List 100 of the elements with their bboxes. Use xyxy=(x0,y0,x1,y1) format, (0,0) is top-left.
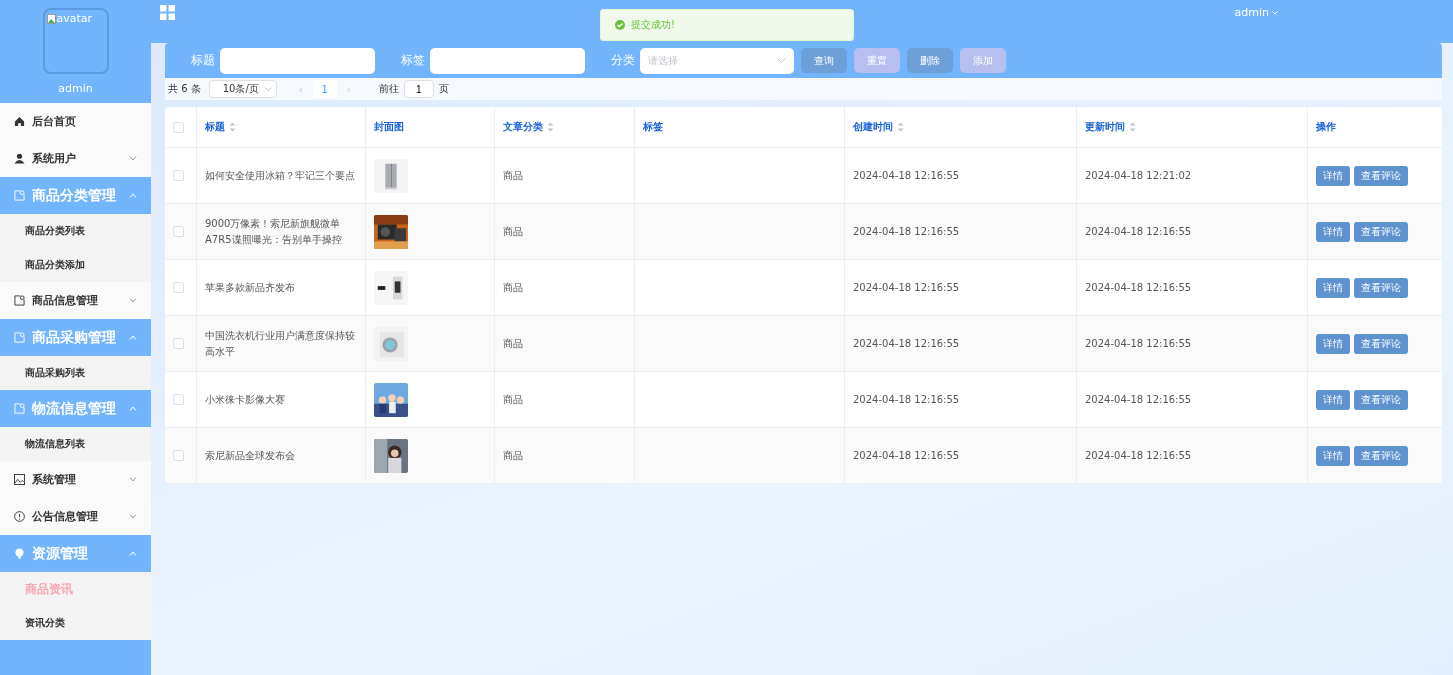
row-checkbox[interactable] xyxy=(173,282,184,293)
table-cell: 商品 xyxy=(503,168,523,183)
broken-image-icon xyxy=(46,13,56,24)
table-cell-text: 如何安全使用冰箱？牢记三个要点 xyxy=(205,168,356,183)
grid-menu-icon[interactable] xyxy=(160,5,175,20)
field-label: 标题 xyxy=(191,52,215,69)
image-icon xyxy=(14,474,25,485)
note-icon xyxy=(14,332,25,343)
menu-item[interactable]: 后台首页 xyxy=(0,103,151,140)
column-header[interactable]: 文章分类 xyxy=(503,120,554,134)
table-cell: 商品 xyxy=(503,392,523,407)
select-all-checkbox[interactable] xyxy=(173,121,184,133)
input-field[interactable] xyxy=(220,47,375,74)
chevron-down-icon xyxy=(129,514,137,519)
info-icon xyxy=(14,511,25,522)
sort-icon xyxy=(547,122,554,132)
sort-icon xyxy=(897,122,904,132)
avatar-alt-text: avatar xyxy=(56,12,93,25)
chevron-up-icon xyxy=(129,335,137,340)
row-checkbox[interactable] xyxy=(173,338,184,349)
field-label: 分类 xyxy=(611,52,635,69)
chevron-down-icon xyxy=(129,477,137,482)
page-suffix: 页 xyxy=(438,82,449,96)
row-action-button[interactable]: 详情 xyxy=(1316,277,1350,298)
menu-item[interactable]: 系统管理 xyxy=(0,461,151,498)
row-checkbox[interactable] xyxy=(173,170,184,181)
table-cell: 2024-04-18 12:16:55 xyxy=(853,282,960,293)
user-icon xyxy=(14,153,25,164)
row-action-button[interactable]: 查看评论 xyxy=(1354,389,1408,410)
table-cell: 2024-04-18 12:16:55 xyxy=(853,338,960,349)
caret-icon xyxy=(1272,10,1278,15)
chevron-down-icon xyxy=(129,298,137,303)
row-action-button[interactable]: 详情 xyxy=(1316,333,1350,354)
table-cell-text: 中国洗衣机行业用户满意度保持较高水平 xyxy=(205,328,356,359)
column-header[interactable]: 创建时间 xyxy=(853,120,904,134)
action-button[interactable]: 查询 xyxy=(801,48,847,73)
chevron-down-icon xyxy=(777,58,786,63)
table-cell: 商品 xyxy=(503,448,523,463)
submenu-item[interactable]: 商品分类列表 xyxy=(0,214,151,248)
row-action-button[interactable]: 查看评论 xyxy=(1354,333,1408,354)
table-cell-text: 小米徕卡影像大赛 xyxy=(205,392,286,407)
chevron-down-icon xyxy=(264,87,272,91)
username: admin xyxy=(58,82,93,95)
table-cell-text: 索尼新品全球发布会 xyxy=(205,448,296,463)
submenu-item[interactable]: 商品分类添加 xyxy=(0,248,151,282)
submenu-item[interactable]: 物流信息列表 xyxy=(0,427,151,461)
goto-label: 前往 xyxy=(378,82,399,96)
sort-icon xyxy=(1129,122,1136,132)
row-action-button[interactable]: 查看评论 xyxy=(1354,165,1408,186)
total-count: 共 6 条 xyxy=(168,82,201,96)
row-action-button[interactable]: 查看评论 xyxy=(1354,221,1408,242)
table-cell: 2024-04-18 12:16:55 xyxy=(1085,226,1192,237)
table-cell-text: 苹果多款新品齐发布 xyxy=(205,280,296,295)
column-header[interactable]: 标题 xyxy=(205,120,236,134)
page-size-select[interactable]: 10条/页 xyxy=(208,80,277,98)
table-cell: 2024-04-18 12:21:02 xyxy=(1085,170,1192,181)
column-header[interactable]: 更新时间 xyxy=(1085,120,1136,134)
row-checkbox[interactable] xyxy=(173,226,184,237)
goto-page-field[interactable]: 1 xyxy=(403,80,434,98)
table-cell: 2024-04-18 12:16:55 xyxy=(853,226,960,237)
submenu-item[interactable]: 商品采购列表 xyxy=(0,356,151,390)
chevron-up-icon xyxy=(129,193,137,198)
chevron-up-icon xyxy=(129,551,137,556)
table-cell: 商品 xyxy=(503,336,523,351)
chevron-down-icon xyxy=(129,156,137,161)
toast-message: 提交成功! xyxy=(631,18,675,32)
row-action-button[interactable]: 详情 xyxy=(1316,389,1350,410)
home-icon xyxy=(14,116,25,127)
column-header: 标签 xyxy=(643,120,663,134)
menu-item[interactable]: 商品信息管理 xyxy=(0,282,151,319)
menu-item[interactable]: 资源管理 xyxy=(0,535,151,572)
table-cell: 商品 xyxy=(503,280,523,295)
table-cell: 2024-04-18 12:16:55 xyxy=(1085,450,1192,461)
row-action-button[interactable]: 查看评论 xyxy=(1354,277,1408,298)
row-checkbox[interactable] xyxy=(173,394,184,405)
table-cell: 商品 xyxy=(503,224,523,239)
sort-icon xyxy=(229,122,236,132)
table-cell: 2024-04-18 12:16:55 xyxy=(1085,394,1192,405)
chevron-up-icon xyxy=(129,406,137,411)
submenu-item[interactable]: 商品资讯 xyxy=(0,572,151,606)
action-button[interactable]: 添加 xyxy=(960,48,1006,73)
row-action-button[interactable]: 详情 xyxy=(1316,445,1350,466)
menu-item[interactable]: 商品采购管理 xyxy=(0,319,151,356)
input-field[interactable] xyxy=(430,47,585,74)
menu-item[interactable]: 物流信息管理 xyxy=(0,390,151,427)
row-action-button[interactable]: 详情 xyxy=(1316,165,1350,186)
menu-item[interactable]: 商品分类管理 xyxy=(0,177,151,214)
row-checkbox[interactable] xyxy=(173,450,184,461)
table-cell: 2024-04-18 12:16:55 xyxy=(853,394,960,405)
menu-item[interactable]: 公告信息管理 xyxy=(0,498,151,535)
row-action-button[interactable]: 查看评论 xyxy=(1354,445,1408,466)
table-cell: 2024-04-18 12:16:55 xyxy=(853,450,960,461)
column-header: 操作 xyxy=(1316,120,1336,134)
row-action-button[interactable]: 详情 xyxy=(1316,221,1350,242)
menu-item[interactable]: 系统用户 xyxy=(0,140,151,177)
action-button[interactable]: 删除 xyxy=(907,48,953,73)
user-menu[interactable]: admin xyxy=(1234,6,1278,19)
page-number[interactable]: 1 xyxy=(312,80,337,98)
submenu-item[interactable]: 资讯分类 xyxy=(0,606,151,640)
note-icon xyxy=(14,403,25,414)
